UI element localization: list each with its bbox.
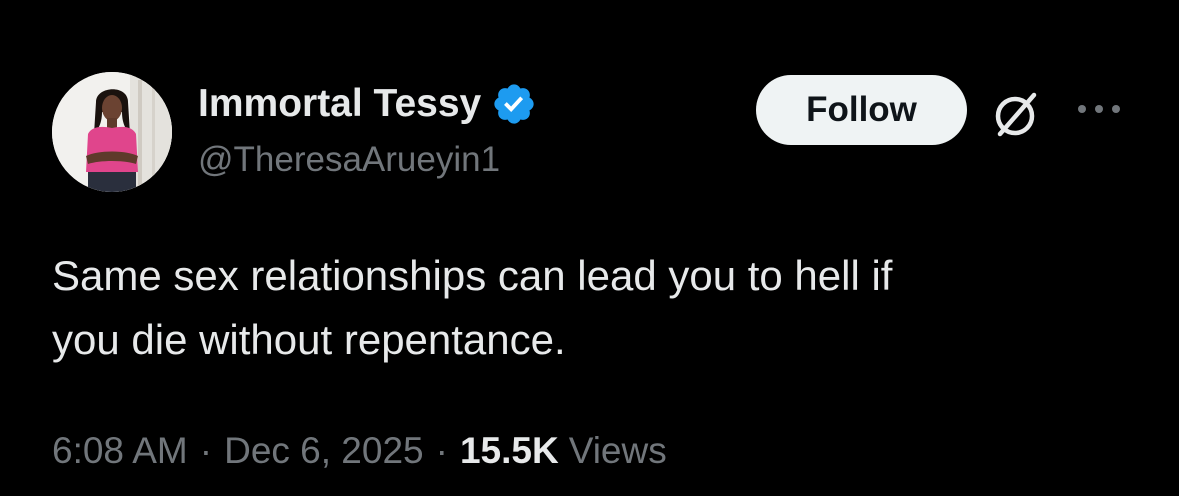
tweet-text: Same sex relationships can lead you to h…: [52, 244, 1152, 372]
avatar-photo: [52, 72, 172, 192]
author-name-row: Immortal Tessy: [198, 80, 537, 128]
tweet-meta: 6:08 AM · Dec 6, 2025 · 15.5K Views: [52, 430, 667, 472]
tweet-text-line-2: you die without repentance.: [52, 316, 566, 363]
grok-slash-circle-icon[interactable]: [988, 86, 1044, 142]
tweet-card: Immortal Tessy @TheresaArueyin1 Follow S…: [0, 0, 1179, 496]
views-count[interactable]: 15.5K: [460, 430, 559, 472]
avatar[interactable]: [52, 72, 172, 192]
more-horizontal-icon[interactable]: [1074, 97, 1124, 121]
meta-separator: ·: [435, 430, 448, 471]
views-label[interactable]: Views: [569, 430, 667, 472]
tweet-date[interactable]: Dec 6, 2025: [224, 430, 424, 472]
author-handle[interactable]: @TheresaArueyin1: [198, 140, 500, 180]
tweet-time[interactable]: 6:08 AM: [52, 430, 188, 472]
tweet-text-line-1: Same sex relationships can lead you to h…: [52, 252, 893, 299]
meta-separator: ·: [199, 430, 213, 471]
display-name[interactable]: Immortal Tessy: [198, 82, 481, 126]
verified-badge-icon[interactable]: [491, 81, 537, 127]
follow-button[interactable]: Follow: [756, 75, 967, 145]
